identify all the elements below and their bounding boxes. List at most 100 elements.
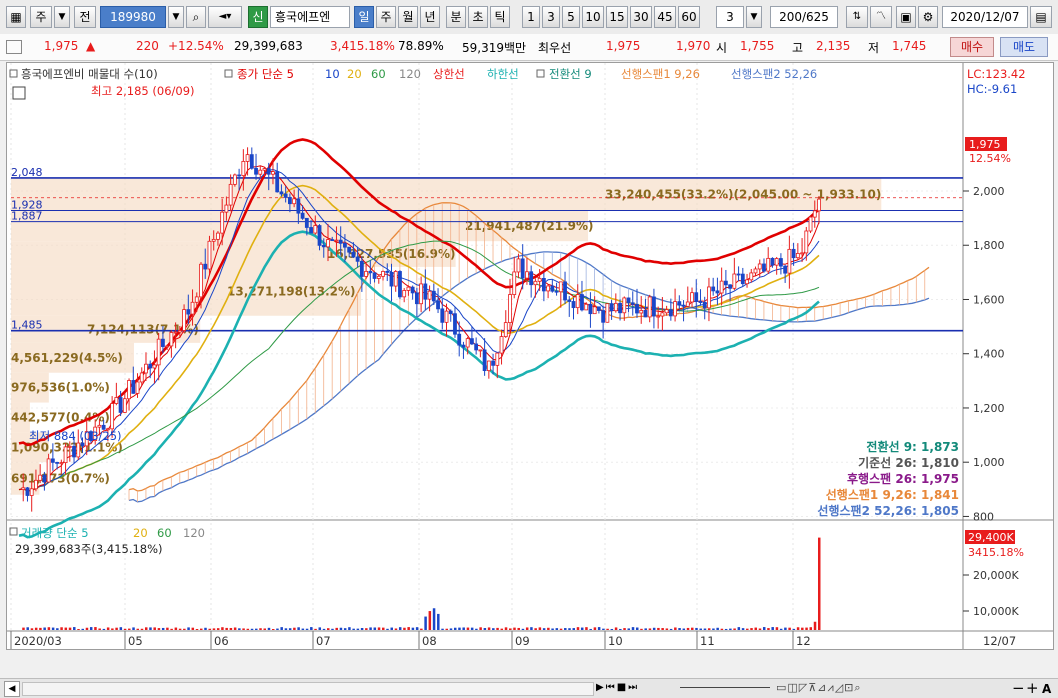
volume-bar [606, 628, 609, 630]
volume-bar [415, 627, 419, 630]
horizontal-scrollbar[interactable] [22, 682, 594, 696]
interval-45-button[interactable]: 45 [654, 6, 676, 28]
volume-bar [479, 627, 482, 630]
candle-body [478, 349, 483, 352]
volume-bar [85, 627, 89, 630]
volume-bar [212, 628, 216, 630]
sound-icon[interactable]: ◄▾ [208, 6, 242, 28]
zoom-slider[interactable] [680, 687, 770, 688]
candle-body [525, 271, 529, 279]
buy-button[interactable]: 매수 [950, 37, 994, 57]
candle-body [173, 331, 178, 334]
volume-bar [542, 628, 546, 630]
period-year-button[interactable]: 년 [420, 6, 440, 28]
layout-icon[interactable]: ▦ [6, 6, 26, 28]
candle-body [812, 210, 817, 218]
volume-bar [68, 627, 72, 630]
gear-icon[interactable]: ⚙ [918, 6, 938, 28]
interval-input[interactable]: 3 [716, 6, 744, 28]
volume-profile-label: 691,873(0.7%) [11, 471, 110, 485]
period-second-button[interactable]: 초 [468, 6, 488, 28]
zoom-out-icon[interactable]: − [1012, 679, 1025, 697]
trade-amount: 59,319백만 [462, 41, 527, 55]
font-size-icon[interactable]: A [1042, 680, 1051, 698]
sell-button[interactable]: 매도 [1000, 37, 1048, 57]
volume-bar [483, 628, 487, 630]
code-input[interactable]: 189980 [100, 6, 166, 28]
volume-bar [39, 627, 42, 630]
volume-bar [128, 628, 131, 630]
price-chart[interactable]: 33,240,455(33.2%)(2,045.00 ~ 1,933.10)21… [7, 63, 1053, 649]
candle-body [144, 363, 148, 374]
interval-1-button[interactable]: 1 [522, 6, 540, 28]
volume-bar [424, 616, 427, 630]
volume-bar [525, 627, 529, 630]
volume-bar [204, 627, 207, 630]
interval-3-button[interactable]: 3 [542, 6, 560, 28]
table-icon[interactable] [12, 86, 26, 100]
candle-body [770, 257, 775, 266]
volume-bar [123, 628, 127, 630]
interval-15-button[interactable]: 15 [606, 6, 628, 28]
prev-button[interactable]: 전 [74, 6, 96, 28]
volume-bar [30, 628, 34, 630]
horizontal-line-label: 1,485 [11, 319, 43, 332]
period-minute-button[interactable]: 분 [446, 6, 466, 28]
legend-box-icon-3[interactable] [536, 69, 545, 78]
search-icon[interactable]: ⌕ [186, 6, 206, 28]
calendar-icon[interactable]: ▤ [1030, 6, 1052, 28]
volume-bar [174, 627, 178, 630]
playback-controls[interactable]: ▶⏮■⏭ [596, 681, 676, 695]
info-icon[interactable] [6, 40, 22, 54]
interval-dropdown-icon[interactable]: ▼ [746, 6, 762, 28]
zoom-in-icon[interactable]: + [1026, 679, 1039, 697]
count-input[interactable]: 200/625 [770, 6, 838, 28]
interval-10-button[interactable]: 10 [582, 6, 604, 28]
candle-body [757, 263, 762, 270]
candle-body [533, 280, 538, 286]
volume-bar [293, 627, 296, 630]
interval-60-button[interactable]: 60 [678, 6, 700, 28]
open-price: 1,755 [740, 39, 775, 53]
volume-bar [712, 628, 715, 630]
compare-icon[interactable]: ⇅ [846, 6, 868, 28]
market-select[interactable]: 주 [30, 6, 52, 28]
volume-bar [720, 628, 724, 630]
volume-bar [386, 628, 389, 630]
drawing-tools[interactable]: ▭◫◸⊼⊿⩘◿⊡⌕ [776, 681, 996, 695]
period-month-button[interactable]: 월 [398, 6, 418, 28]
period-tick-button[interactable]: 틱 [490, 6, 510, 28]
save-icon[interactable]: ▣ [896, 6, 916, 28]
chart-area[interactable]: 33,240,455(33.2%)(2,045.00 ~ 1,933.10) 21… [6, 62, 1054, 650]
volume-bar [191, 627, 195, 630]
candle-body [376, 275, 381, 279]
volume-bar [652, 627, 656, 630]
volume-bar [500, 628, 504, 630]
volume-bar [602, 628, 605, 630]
candle-body [326, 239, 330, 248]
candle-body [63, 446, 68, 464]
time-tick-label: 05 [128, 634, 143, 648]
volume-bar [534, 628, 537, 630]
legend-box-icon-2[interactable] [224, 69, 233, 78]
candle-body [224, 204, 229, 213]
trend-icon[interactable]: 〽 [870, 6, 892, 28]
interval-30-button[interactable]: 30 [630, 6, 652, 28]
volume-bar [775, 627, 779, 630]
volume-bar [77, 628, 80, 630]
candle-body [558, 281, 563, 293]
volume-bar [153, 627, 156, 630]
period-day-button[interactable]: 일 [354, 6, 374, 28]
interval-5-button[interactable]: 5 [562, 6, 580, 28]
market-dropdown-icon[interactable]: ▼ [54, 6, 70, 28]
volume-bar [73, 627, 76, 630]
candle-body [482, 349, 487, 372]
candle-body [406, 286, 411, 291]
code-dropdown-icon[interactable]: ▼ [168, 6, 184, 28]
volume-bar [589, 628, 592, 630]
date-input[interactable]: 2020/12/07 [942, 6, 1028, 28]
period-week-button[interactable]: 주 [376, 6, 396, 28]
scroll-left-icon[interactable]: ◀ [4, 681, 20, 697]
candle-body [232, 174, 237, 185]
volume-bar [593, 627, 597, 630]
